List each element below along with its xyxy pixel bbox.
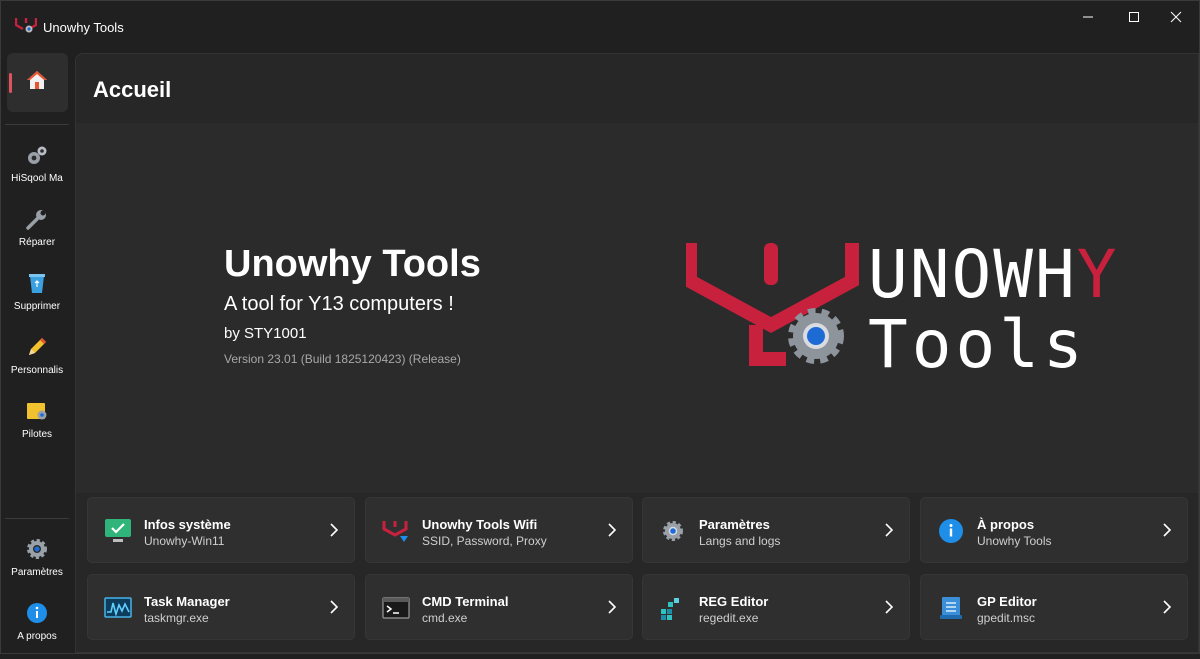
card-system-info[interactable]: Infos système Unowhy-Win11 [87,497,355,563]
card-title: Infos système [144,517,231,532]
card-subtitle: regedit.exe [699,611,759,625]
card-task-manager[interactable]: Task Manager taskmgr.exe [87,574,355,640]
sidebar-item-repair[interactable]: Réparer [1,205,73,265]
card-title: Unowhy Tools Wifi [422,517,538,532]
hero-subtitle: A tool for Y13 computers ! [224,293,454,315]
main-content: Accueil Unowhy Tools A tool for Y13 comp… [75,53,1199,653]
driver-folder-icon [27,403,47,420]
chevron-right-icon [885,523,894,537]
card-subtitle: gpedit.msc [977,611,1036,625]
recycle-bin-icon [29,274,45,293]
chevron-right-icon [608,600,617,614]
maximize-icon [1129,12,1139,22]
card-cmd-terminal[interactable]: CMD Terminal cmd.exe [365,574,633,640]
card-subtitle: cmd.exe [422,611,468,625]
wrench-icon [26,210,46,230]
sidebar-item-label: Pilotes [21,429,52,440]
chevron-right-icon [608,523,617,537]
chevron-right-icon [330,523,339,537]
card-subtitle: Langs and logs [699,534,781,548]
card-subtitle: Unowhy Tools [977,534,1052,548]
card-reg-editor[interactable]: REG Editor regedit.exe [642,574,910,640]
card-subtitle: taskmgr.exe [144,611,209,625]
logo-y: Y [1077,239,1119,313]
sidebar-item-settings[interactable]: Paramètres [1,535,73,595]
hero-banner: Unowhy Tools A tool for Y13 computers ! … [76,123,1198,493]
logo-text-tools: Tools [868,306,1087,369]
hero-author: by STY1001 [224,325,307,342]
card-title: Task Manager [144,594,230,609]
sidebar-item-personalize[interactable]: Personnalis [1,333,73,393]
card-gp-editor[interactable]: GP Editor gpedit.msc [920,574,1188,640]
unowhy-tools-logo: UNOWHY Tools [686,239,1118,369]
gears-icon [28,146,47,164]
sidebar-item-label: Personnalis [10,365,64,376]
selection-indicator [9,73,12,93]
close-icon [1170,11,1182,23]
card-title: REG Editor [699,594,769,609]
card-title: Paramètres [699,517,770,532]
logo-text-unowhy: UNOWHY [868,239,1118,313]
gear-icon [27,539,47,559]
card-settings[interactable]: Paramètres Langs and logs [642,497,910,563]
sidebar-item-label: A propos [17,631,57,642]
sidebar-item-delete[interactable]: Supprimer [1,269,73,329]
page-title: Accueil [93,77,172,102]
chevron-right-icon [885,600,894,614]
card-title: À propos [977,517,1035,532]
sidebar-item-label: Réparer [18,237,56,248]
info-icon [27,603,47,623]
sidebar-item-hisqool[interactable]: HiSqool Ma [1,141,73,201]
gear-icon [788,308,844,364]
sidebar-divider [5,518,69,519]
card-title: GP Editor [977,594,1037,609]
chevron-right-icon [1163,600,1172,614]
card-unowhy-wifi[interactable]: Unowhy Tools Wifi SSID, Password, Proxy [365,497,633,563]
minimize-icon [1083,16,1093,18]
chevron-right-icon [1163,523,1172,537]
title-bar[interactable]: Unowhy Tools [1,1,1200,53]
sidebar: HiSqool Ma Réparer Supprimer Personnalis… [1,53,75,653]
terminal-icon [382,597,410,619]
sidebar-item-label: Supprimer [13,301,61,312]
gear-icon [663,521,683,541]
card-subtitle: Unowhy-Win11 [144,534,225,548]
registry-icon [661,598,679,620]
pencil-icon [29,338,46,355]
app-window: Unowhy Tools HiSqool Ma Réparer Supprime… [0,0,1200,654]
card-subtitle: SSID, Password, Proxy [422,534,547,548]
policy-document-icon [940,597,962,619]
maximize-button[interactable] [1111,1,1157,33]
info-icon [939,519,963,543]
sidebar-item-about[interactable]: A propos [1,599,73,659]
minimize-button[interactable] [1065,1,1111,33]
task-manager-icon [104,597,132,618]
card-about[interactable]: À propos Unowhy Tools [920,497,1188,563]
sidebar-divider [5,124,69,125]
unowhy-wifi-icon [382,521,408,542]
sidebar-item-drivers[interactable]: Pilotes [1,397,73,457]
hero-title: Unowhy Tools [224,243,481,285]
hero-version: Version 23.01 (Build 1825120423) (Releas… [224,352,461,366]
unowhy-logo-icon [15,18,37,33]
sidebar-item-label: Paramètres [11,567,63,578]
nav-item-home[interactable] [7,53,68,112]
sidebar-item-label: HiSqool Ma [11,173,63,184]
close-button[interactable] [1153,1,1199,33]
logo-unowh: UNOWH [868,239,1077,313]
chevron-right-icon [330,600,339,614]
monitor-check-icon [105,519,131,542]
card-title: CMD Terminal [422,594,509,609]
window-title: Unowhy Tools [43,20,124,35]
home-icon [27,71,47,89]
